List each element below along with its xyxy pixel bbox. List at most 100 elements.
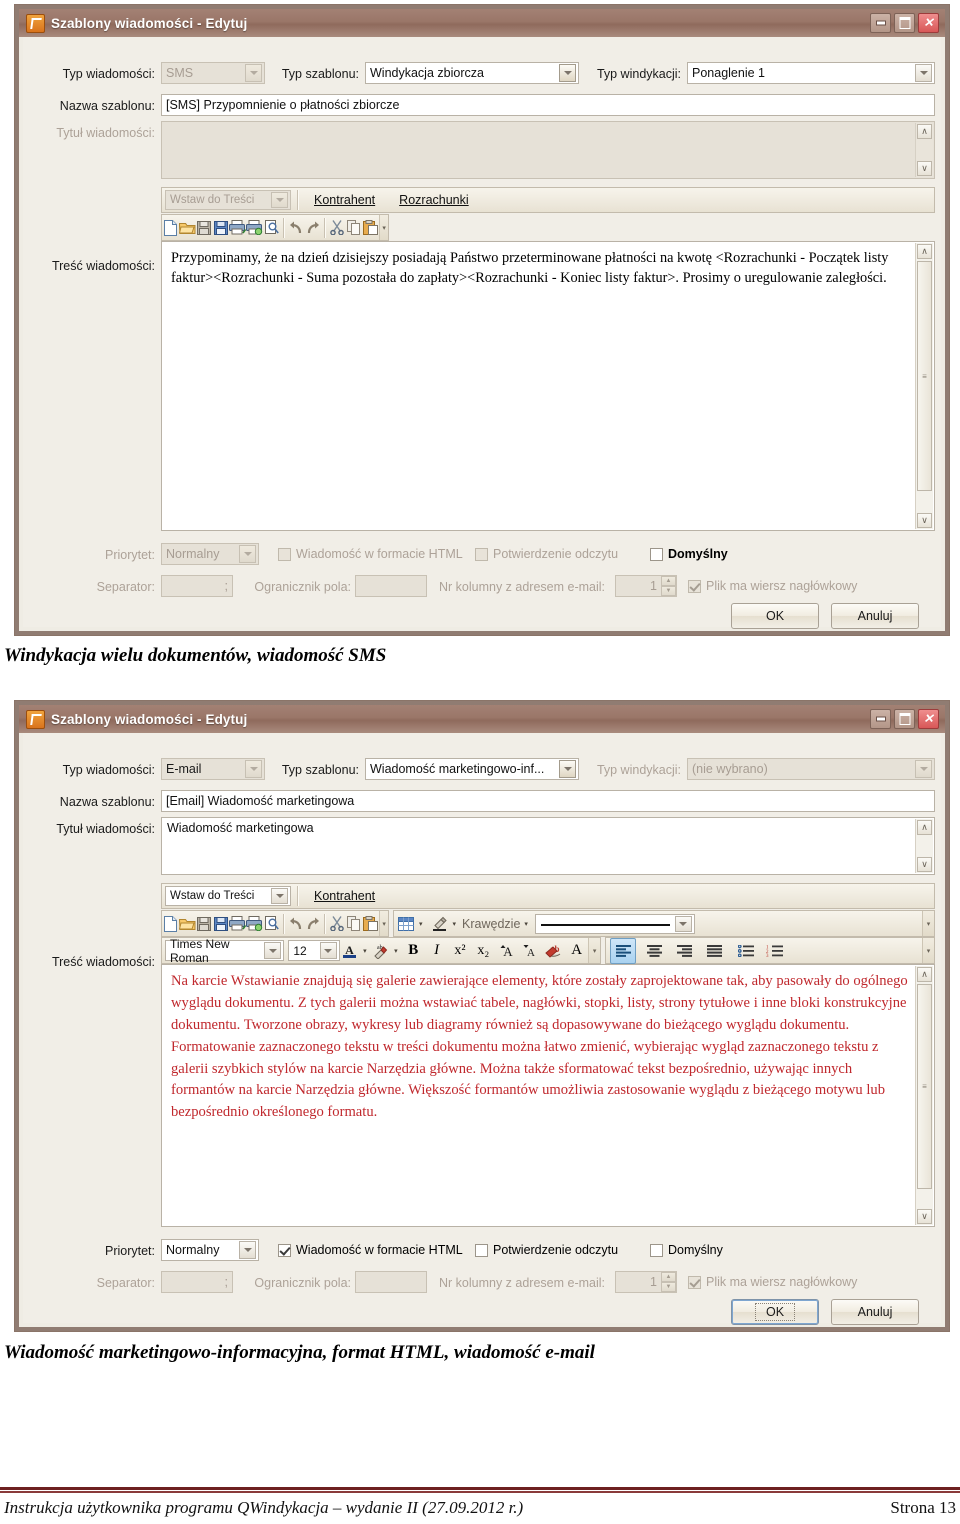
separator-input[interactable]: ; xyxy=(161,575,233,597)
insert-into-body-combo[interactable]: Wstaw do Treści xyxy=(165,190,291,210)
template-type-combo[interactable]: Wiadomość marketingowo-inf... xyxy=(365,758,579,780)
cut-icon[interactable] xyxy=(329,912,346,936)
scroll-thumb[interactable]: ≡ xyxy=(917,984,932,1189)
open-folder-icon[interactable] xyxy=(178,912,196,936)
msg-title-input[interactable]: ∧ ∨ xyxy=(161,121,935,179)
copy-icon[interactable] xyxy=(346,912,363,936)
msg-title-scrollbar[interactable]: ∧ ∨ xyxy=(915,819,933,873)
overflow-icon[interactable]: ▾ xyxy=(588,938,601,963)
header-row-checkbox[interactable]: Plik ma wiersz nagłówkowy xyxy=(688,1275,857,1289)
font-family-combo[interactable]: Times New Roman xyxy=(165,937,285,965)
copy-icon[interactable] xyxy=(346,216,363,240)
bullet-list-icon[interactable] xyxy=(734,939,758,963)
read-receipt-checkbox[interactable]: Potwierdzenie odczytu xyxy=(475,547,618,561)
ok-button[interactable]: OK xyxy=(731,1299,819,1325)
msg-body-scrollbar[interactable]: ∧ ≡ ∨ xyxy=(915,966,933,1225)
scroll-down-icon[interactable]: ∨ xyxy=(917,1209,932,1224)
undo-icon[interactable] xyxy=(288,216,305,240)
template-name-input[interactable]: [Email] Wiadomość marketingowa xyxy=(161,790,935,812)
msg-body-scrollbar[interactable]: ∧ ≡ ∨ xyxy=(915,243,933,529)
template-name-input[interactable]: [SMS] Przypomnienie o płatności zbiorcze xyxy=(161,94,935,116)
email-column-stepper[interactable]: 1 ▲ ▼ xyxy=(615,575,677,597)
msg-body-area[interactable]: Na karcie Wstawianie znajdują się galeri… xyxy=(161,964,935,1227)
redo-icon[interactable] xyxy=(305,216,322,240)
new-document-icon[interactable] xyxy=(162,912,179,936)
print-preview-icon[interactable] xyxy=(246,912,263,936)
save-as-icon[interactable] xyxy=(213,216,230,240)
change-case-icon[interactable]: A xyxy=(565,939,588,963)
font-size-combo[interactable]: 12 xyxy=(288,940,340,961)
menu-link-rozrachunki[interactable]: Rozrachunki xyxy=(399,193,468,207)
numbered-list-icon[interactable]: 123 xyxy=(762,939,786,963)
msg-title-input[interactable]: Wiadomość marketingowa ∧ ∨ xyxy=(161,817,935,875)
chevron-down-icon[interactable]: ▾ xyxy=(419,920,423,928)
msg-type-combo[interactable]: E-mail xyxy=(161,758,265,780)
overflow-icon[interactable]: ▾ xyxy=(922,911,934,936)
clear-formatting-icon[interactable]: ab xyxy=(542,939,565,963)
menu-link-kontrahent[interactable]: Kontrahent xyxy=(314,193,375,207)
scroll-down-icon[interactable]: ∨ xyxy=(917,513,932,528)
save-as-icon[interactable] xyxy=(213,912,230,936)
dunning-type-combo[interactable]: Ponaglenie 1 xyxy=(687,62,935,84)
superscript-button[interactable]: x² xyxy=(448,939,471,963)
email-column-stepper[interactable]: 1 ▲ ▼ xyxy=(615,1271,677,1293)
minimize-icon[interactable] xyxy=(870,709,891,729)
msg-body-area[interactable]: Przypominamy, że na dzień dzisiejszy pos… xyxy=(161,241,935,531)
scroll-down-icon[interactable]: ∨ xyxy=(917,161,932,176)
overflow-icon[interactable]: ▾ xyxy=(922,938,934,963)
field-delimiter-input[interactable] xyxy=(355,1271,427,1293)
minimize-icon[interactable] xyxy=(870,13,891,33)
scroll-up-icon[interactable]: ∧ xyxy=(917,124,932,139)
save-icon[interactable] xyxy=(196,216,213,240)
print-icon[interactable] xyxy=(229,912,247,936)
scroll-up-icon[interactable]: ∧ xyxy=(917,820,932,835)
align-justify-icon[interactable] xyxy=(702,939,726,963)
scroll-up-icon[interactable]: ∧ xyxy=(917,244,932,259)
stepper-buttons[interactable]: ▲ ▼ xyxy=(661,576,676,596)
align-right-icon[interactable] xyxy=(672,939,696,963)
default-checkbox[interactable]: Domyślny xyxy=(650,1243,723,1257)
overflow-icon[interactable]: ▾ xyxy=(379,911,388,936)
borders-label[interactable]: Krawędzie xyxy=(462,917,520,931)
open-folder-icon[interactable] xyxy=(178,216,196,240)
print-icon[interactable] xyxy=(229,216,247,240)
save-icon[interactable] xyxy=(196,912,213,936)
field-delimiter-input[interactable] xyxy=(355,575,427,597)
maximize-icon[interactable] xyxy=(894,709,915,729)
line-style-combo[interactable] xyxy=(534,913,695,934)
insert-table-icon[interactable] xyxy=(394,912,418,936)
chevron-down-icon[interactable]: ▾ xyxy=(394,947,398,955)
html-format-checkbox[interactable]: Wiadomość w formacie HTML xyxy=(278,547,463,561)
default-checkbox[interactable]: Domyślny xyxy=(650,547,728,561)
header-row-checkbox[interactable]: Plik ma wiersz nagłówkowy xyxy=(688,579,857,593)
ok-button[interactable]: OK xyxy=(731,603,819,629)
msg-type-combo[interactable]: SMS xyxy=(161,62,265,84)
shading-icon[interactable] xyxy=(428,912,452,936)
text-highlight-icon[interactable]: ab xyxy=(371,939,390,963)
print-preview-icon[interactable] xyxy=(246,216,263,240)
template-type-combo[interactable]: Windykacja zbiorcza xyxy=(365,62,579,84)
menu-link-kontrahent[interactable]: Kontrahent xyxy=(314,889,375,903)
dunning-type-combo[interactable]: (nie wybrano) xyxy=(687,758,935,780)
msg-title-scrollbar[interactable]: ∧ ∨ xyxy=(915,123,933,177)
italic-button[interactable]: I xyxy=(425,939,448,963)
redo-icon[interactable] xyxy=(305,912,322,936)
grow-font-icon[interactable]: A xyxy=(495,939,518,963)
chevron-down-icon[interactable]: ▾ xyxy=(363,947,367,955)
separator-input[interactable]: ; xyxy=(161,1271,233,1293)
cut-icon[interactable] xyxy=(329,216,346,240)
subscript-button[interactable]: x₂ xyxy=(472,939,495,963)
maximize-icon[interactable] xyxy=(894,13,915,33)
chevron-down-icon[interactable]: ▾ xyxy=(524,920,528,928)
html-format-checkbox[interactable]: Wiadomość w formacie HTML xyxy=(278,1243,463,1257)
priority-combo[interactable]: Normalny xyxy=(161,1239,259,1261)
cancel-button[interactable]: Anuluj xyxy=(831,1299,919,1325)
stepper-buttons[interactable]: ▲ ▼ xyxy=(661,1272,676,1292)
priority-combo[interactable]: Normalny xyxy=(161,543,259,565)
paste-icon[interactable] xyxy=(363,216,380,240)
undo-icon[interactable] xyxy=(288,912,305,936)
font-color-icon[interactable]: A xyxy=(340,939,359,963)
insert-into-body-combo[interactable]: Wstaw do Treści xyxy=(165,886,291,906)
scroll-up-icon[interactable]: ∧ xyxy=(917,967,932,982)
shrink-font-icon[interactable]: A xyxy=(518,939,541,963)
